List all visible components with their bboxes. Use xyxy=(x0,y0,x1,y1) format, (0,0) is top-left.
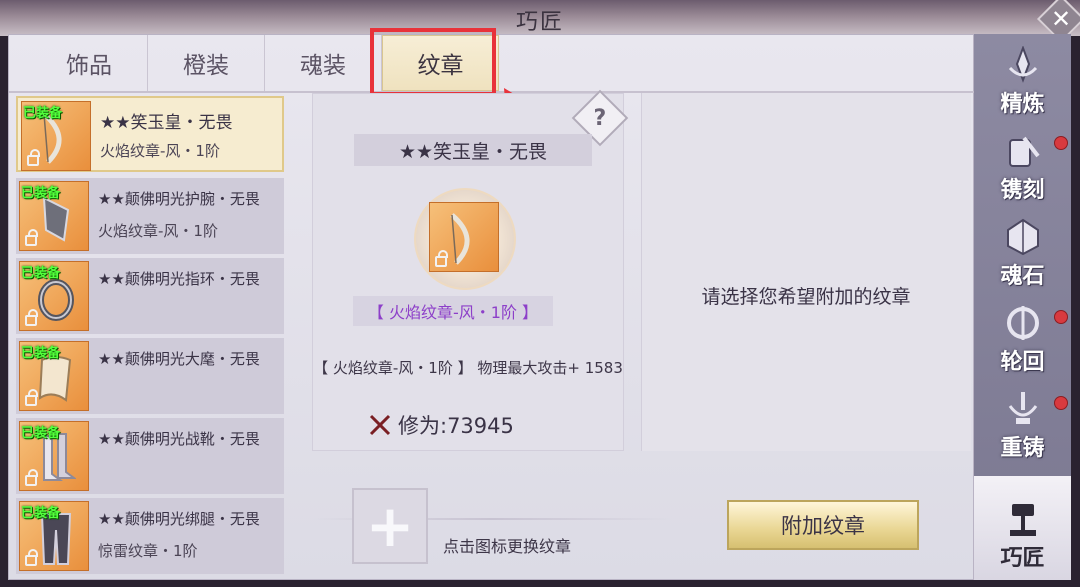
lock-icon xyxy=(27,149,40,166)
lock-icon xyxy=(25,549,38,566)
window-title: 巧匠 xyxy=(515,10,564,35)
tab-soul-gear[interactable]: 魂装 xyxy=(265,35,382,91)
add-emblem-slot[interactable]: + xyxy=(352,488,428,564)
equipped-badge: 已装备 xyxy=(21,266,61,281)
annotation-highlight-box xyxy=(370,28,496,96)
attach-emblem-button[interactable]: 附加纹章 xyxy=(727,500,919,550)
notification-dot xyxy=(1054,310,1068,324)
lock-icon xyxy=(435,250,448,267)
item-thumbnail: 已装备 xyxy=(19,341,89,411)
select-emblem-hint: 请选择您希望附加的纹章 xyxy=(701,286,911,308)
list-item[interactable]: 已装备 ★★颠佛明光指环・无畏 xyxy=(16,258,284,334)
item-emblem: 火焰纹章-风・1阶 xyxy=(98,222,218,240)
item-name: ★★颠佛明光战靴・无畏 xyxy=(98,430,260,448)
item-thumbnail: 已装备 xyxy=(19,501,89,571)
equipped-badge: 已装备 xyxy=(21,186,61,201)
lock-icon xyxy=(25,309,38,326)
soulstone-icon xyxy=(1006,218,1039,256)
nav-label: 巧匠 xyxy=(1000,546,1045,571)
item-emblem: 惊雷纹章・1阶 xyxy=(98,542,198,560)
lock-icon xyxy=(25,389,38,406)
equipped-badge: 已装备 xyxy=(23,106,63,121)
reforge-icon xyxy=(1008,392,1037,424)
list-item[interactable]: 已装备 ★★颠佛明光大麾・无畏 xyxy=(16,338,284,414)
list-item[interactable]: 已装备 ★★颠佛明光护腕・无畏 火焰纹章-风・1阶 xyxy=(16,178,284,254)
item-name: ★★颠佛明光指环・无畏 xyxy=(98,270,260,288)
list-item[interactable]: 已装备 ★★颠佛明光战靴・无畏 xyxy=(16,418,284,494)
nav-item-craftsman[interactable]: 巧匠 xyxy=(974,476,1071,580)
item-thumbnail: 已装备 xyxy=(19,181,89,251)
notification-dot xyxy=(1054,136,1068,150)
list-item[interactable]: 已装备 ★★颠佛明光绑腿・无畏 惊雷纹章・1阶 xyxy=(16,498,284,574)
refine-icon xyxy=(1008,46,1037,83)
nav-label: 重铸 xyxy=(1000,436,1045,461)
lock-icon xyxy=(25,229,38,246)
nav-label: 魂石 xyxy=(1000,264,1045,289)
nav-label: 轮回 xyxy=(1000,350,1045,375)
cultivation-text: 修为:73945 xyxy=(398,414,514,438)
crossed-swords-icon xyxy=(369,414,391,436)
tab-orange-gear[interactable]: 橙装 xyxy=(148,35,265,91)
item-emblem: 火焰纹章-风・1阶 xyxy=(100,142,220,160)
bow-icon xyxy=(450,213,470,265)
equipped-badge: 已装备 xyxy=(21,426,61,441)
nav-label: 精炼 xyxy=(1000,92,1045,117)
engrave-icon xyxy=(1008,136,1040,167)
item-thumbnail: 已装备 xyxy=(19,421,89,491)
help-icon: ? xyxy=(593,105,607,131)
item-name: ★★颠佛明光绑腿・无畏 xyxy=(98,510,260,528)
selected-item-name: ★★笑玉皇・无畏 xyxy=(354,134,592,166)
nav-item-refine[interactable]: 精炼 xyxy=(974,40,1071,126)
selected-item-icon[interactable] xyxy=(429,202,499,272)
equipped-badge: 已装备 xyxy=(21,506,61,521)
emblem-stat-text: 【 火焰纹章-风・1阶 】 物理最大攻击+ 1583 xyxy=(313,359,623,377)
item-name: ★★颠佛明光护腕・无畏 xyxy=(98,190,260,208)
tab-accessories[interactable]: 饰品 xyxy=(31,35,148,91)
notification-dot xyxy=(1054,396,1068,410)
list-item[interactable]: 已装备 ★★笑玉皇・无畏 火焰纹章-风・1阶 xyxy=(16,96,284,172)
item-thumbnail: 已装备 xyxy=(19,261,89,331)
item-name: ★★颠佛明光大麾・无畏 xyxy=(98,350,260,368)
nav-item-soulstone[interactable]: 魂石 xyxy=(974,212,1071,298)
craftsman-icon xyxy=(1009,504,1036,536)
item-name: ★★笑玉皇・无畏 xyxy=(100,113,233,133)
cultivation-value: 修为:73945 xyxy=(368,410,514,440)
nav-label: 镌刻 xyxy=(1000,178,1045,203)
current-emblem-label: 【 火焰纹章-风・1阶 】 xyxy=(353,296,553,326)
change-emblem-hint: 点击图标更换纹章 xyxy=(443,537,572,556)
item-thumbnail: 已装备 xyxy=(21,101,91,171)
close-icon: ✕ xyxy=(1050,4,1072,33)
lock-icon xyxy=(25,469,38,486)
plus-icon: + xyxy=(365,492,415,560)
equipped-badge: 已装备 xyxy=(21,346,61,361)
reincarnation-icon xyxy=(1006,306,1039,340)
emblem-selection-panel xyxy=(641,93,971,451)
